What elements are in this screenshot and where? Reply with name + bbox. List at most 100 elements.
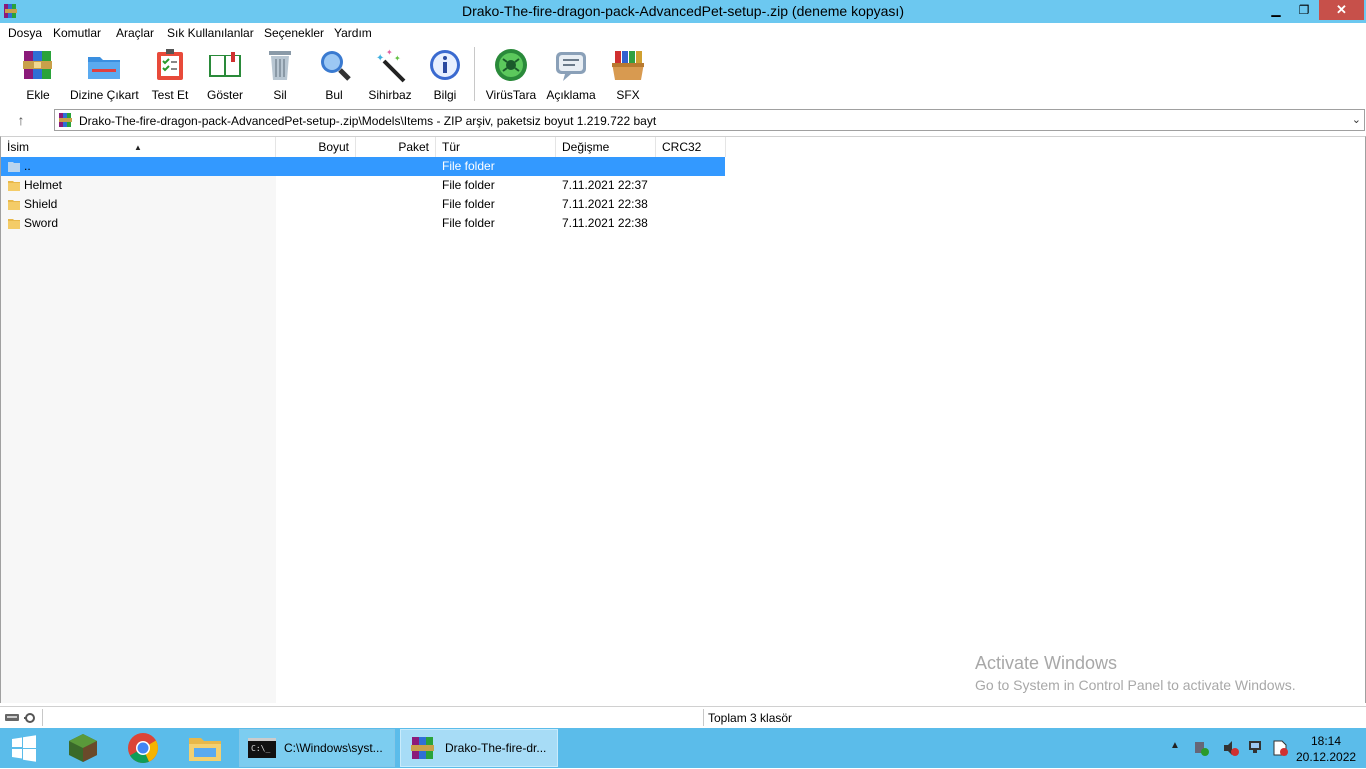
delete-button[interactable]: Sil bbox=[262, 47, 298, 102]
taskbar-winrar-item[interactable]: Drako-The-fire-dr... bbox=[400, 729, 558, 767]
menu-secenekler[interactable]: Seçenekler bbox=[264, 26, 324, 40]
table-row[interactable]: Sword File folder 7.11.2021 22:38 bbox=[1, 214, 725, 233]
sfx-box-icon bbox=[610, 47, 646, 83]
virus-scan-icon bbox=[493, 47, 529, 83]
comment-label: Açıklama bbox=[546, 88, 596, 102]
close-button[interactable]: ✕ bbox=[1319, 0, 1364, 20]
extract-button[interactable]: Dizine Çıkart bbox=[70, 47, 139, 102]
column-modified[interactable]: Değişme bbox=[556, 137, 656, 157]
test-button[interactable]: Test Et bbox=[150, 47, 190, 102]
network-icon[interactable] bbox=[1247, 739, 1265, 757]
column-name-label: İsim bbox=[7, 140, 29, 154]
info-button[interactable]: Bilgi bbox=[427, 47, 463, 102]
column-crc32[interactable]: CRC32 bbox=[656, 137, 726, 157]
toolbar-separator bbox=[474, 47, 475, 101]
add-label: Ekle bbox=[26, 88, 50, 102]
window-title: Drako-The-fire-dragon-pack-AdvancedPet-s… bbox=[462, 3, 904, 19]
chrome-app-icon[interactable] bbox=[118, 730, 168, 766]
extract-folder-icon bbox=[86, 47, 122, 83]
find-button[interactable]: Bul bbox=[316, 47, 352, 102]
archive-icon bbox=[58, 112, 74, 128]
clock-date: 20.12.2022 bbox=[1296, 750, 1357, 764]
sfx-label: SFX bbox=[616, 88, 640, 102]
minecraft-app-icon[interactable] bbox=[58, 730, 108, 766]
column-size[interactable]: Boyut bbox=[276, 137, 356, 157]
up-arrow-icon[interactable]: ↑ bbox=[12, 111, 30, 129]
activation-watermark-title: Activate Windows bbox=[975, 653, 1118, 673]
name-column-background bbox=[1, 157, 276, 703]
menu-bar: Dosya Komutlar Araçlar Sık Kullanılanlar… bbox=[0, 23, 1366, 43]
menu-dosya[interactable]: Dosya bbox=[8, 26, 42, 40]
comment-icon bbox=[553, 47, 589, 83]
row-name: .. bbox=[24, 159, 31, 173]
tray-expand-icon[interactable]: ▲ bbox=[1170, 740, 1180, 751]
find-magnifier-icon bbox=[316, 47, 352, 83]
usb-device-icon[interactable] bbox=[1192, 739, 1210, 757]
sort-ascending-icon: ▲ bbox=[134, 143, 142, 152]
winrar-icon bbox=[409, 736, 437, 760]
view-label: Göster bbox=[206, 88, 243, 102]
row-name: Sword bbox=[24, 216, 59, 230]
drive-key-icon[interactable] bbox=[4, 711, 40, 725]
menu-komutlar[interactable]: Komutlar bbox=[53, 26, 101, 40]
activation-watermark-text: Go to System in Control Panel to activat… bbox=[975, 677, 1296, 693]
comment-button[interactable]: Açıklama bbox=[545, 47, 597, 102]
column-packed[interactable]: Paket bbox=[356, 137, 436, 157]
clock-time: 18:14 bbox=[1310, 734, 1342, 748]
svg-text:✦: ✦ bbox=[394, 54, 401, 63]
table-row[interactable]: Helmet File folder 7.11.2021 22:37 bbox=[1, 176, 725, 195]
file-explorer-app-icon[interactable] bbox=[180, 730, 230, 766]
status-bar: Toplam 3 klasör bbox=[0, 706, 1366, 728]
virus-scan-button[interactable]: VirüsTara bbox=[484, 47, 538, 102]
archive-add-icon bbox=[20, 47, 56, 83]
view-button[interactable]: Göster bbox=[205, 47, 245, 102]
table-row[interactable]: .. File folder bbox=[1, 157, 725, 176]
folder-icon bbox=[7, 197, 21, 211]
minimize-button[interactable]: ▁ bbox=[1263, 0, 1289, 20]
action-center-icon[interactable] bbox=[1271, 739, 1289, 757]
cmd-icon: C:\_ bbox=[248, 736, 276, 760]
test-label: Test Et bbox=[151, 88, 189, 102]
taskbar-cmd-item[interactable]: C:\_ C:\Windows\syst... bbox=[239, 729, 395, 767]
info-icon bbox=[427, 47, 463, 83]
path-field[interactable]: Drako-The-fire-dragon-pack-AdvancedPet-s… bbox=[54, 109, 1365, 131]
status-divider bbox=[42, 709, 43, 726]
folder-icon bbox=[7, 178, 21, 192]
status-divider bbox=[703, 709, 704, 726]
system-clock[interactable]: 18:14 20.12.2022 bbox=[1296, 733, 1356, 765]
restore-button[interactable]: ❐ bbox=[1291, 0, 1317, 20]
extract-label: Dizine Çıkart bbox=[70, 88, 139, 102]
sfx-button[interactable]: SFX bbox=[607, 47, 649, 102]
info-label: Bilgi bbox=[433, 88, 457, 102]
trash-can-icon bbox=[262, 47, 298, 83]
view-book-icon bbox=[207, 47, 243, 83]
delete-label: Sil bbox=[273, 88, 287, 102]
address-bar: ↑ Drako-The-fire-dragon-pack-AdvancedPet… bbox=[0, 107, 1366, 133]
chevron-down-icon[interactable]: ⌄ bbox=[1352, 113, 1361, 126]
toolbar: Ekle Dizine Çıkart Test Et Göster Sil Bu… bbox=[0, 43, 1366, 105]
row-type: File folder bbox=[442, 178, 495, 192]
row-modified: 7.11.2021 22:38 bbox=[562, 197, 648, 211]
row-type: File folder bbox=[442, 197, 495, 211]
column-name[interactable]: İsim ▲ bbox=[1, 137, 276, 157]
menu-araclar[interactable]: Araçlar bbox=[116, 26, 154, 40]
find-label: Bul bbox=[325, 88, 343, 102]
table-row[interactable]: Shield File folder 7.11.2021 22:38 bbox=[1, 195, 725, 214]
test-checklist-icon bbox=[152, 47, 188, 83]
folder-icon bbox=[7, 216, 21, 230]
volume-muted-icon[interactable] bbox=[1222, 739, 1240, 757]
menu-sik-kullanilanlar[interactable]: Sık Kullanılanlar bbox=[167, 26, 254, 40]
start-button[interactable] bbox=[6, 733, 42, 763]
row-type: File folder bbox=[442, 159, 495, 173]
column-header: İsim ▲ Boyut Paket Tür Değişme CRC32 bbox=[1, 137, 1365, 157]
wizard-button[interactable]: ✦ ✦ ✦ Sihirbaz bbox=[367, 47, 413, 102]
taskbar-winrar-label: Drako-The-fire-dr... bbox=[445, 741, 547, 755]
menu-yardim[interactable]: Yardım bbox=[334, 26, 372, 40]
column-type[interactable]: Tür bbox=[436, 137, 556, 157]
wizard-label: Sihirbaz bbox=[368, 88, 412, 102]
add-button[interactable]: Ekle bbox=[19, 47, 57, 102]
wizard-wand-icon: ✦ ✦ ✦ bbox=[372, 47, 408, 83]
svg-text:✦: ✦ bbox=[376, 53, 384, 64]
file-list: İsim ▲ Boyut Paket Tür Değişme CRC32 .. … bbox=[0, 136, 1366, 703]
path-text: Drako-The-fire-dragon-pack-AdvancedPet-s… bbox=[79, 114, 657, 128]
